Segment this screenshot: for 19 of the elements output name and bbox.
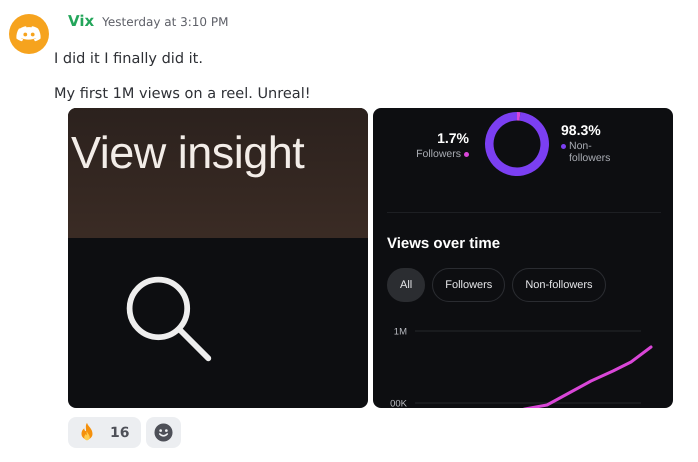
percent-value: 1.7%	[437, 130, 469, 146]
axis-tick-label: 00K	[390, 398, 407, 408]
filter-chip[interactable]: Non-followers	[512, 268, 606, 302]
axis-tick-label: 1M	[394, 326, 407, 338]
message-text: I did it I finally did it.	[54, 50, 204, 69]
legend-label: Followers	[416, 148, 461, 160]
filter-chip[interactable]: All	[387, 268, 426, 302]
message-text: My first 1M views on a reel. Unreal!	[54, 85, 312, 104]
percent-value: 98.3%	[561, 122, 602, 138]
timestamp: Yesterday at 3:10 PM	[102, 15, 228, 29]
section-title: Views over time	[387, 235, 502, 252]
add-reaction-button[interactable]	[146, 417, 182, 448]
image-attachment[interactable]: 1.7% Followers 98.3% Non- followers Views over time All Followers Non-followers 1M 00K	[373, 108, 673, 408]
view-insight-text: View insight	[71, 127, 304, 179]
filter-chip[interactable]: Followers	[432, 268, 506, 302]
legend-label: Non- followers	[569, 140, 610, 164]
smiley-icon	[154, 423, 174, 442]
image-attachment[interactable]: View insight	[68, 108, 368, 408]
reaction-button[interactable]: 16	[68, 417, 142, 448]
